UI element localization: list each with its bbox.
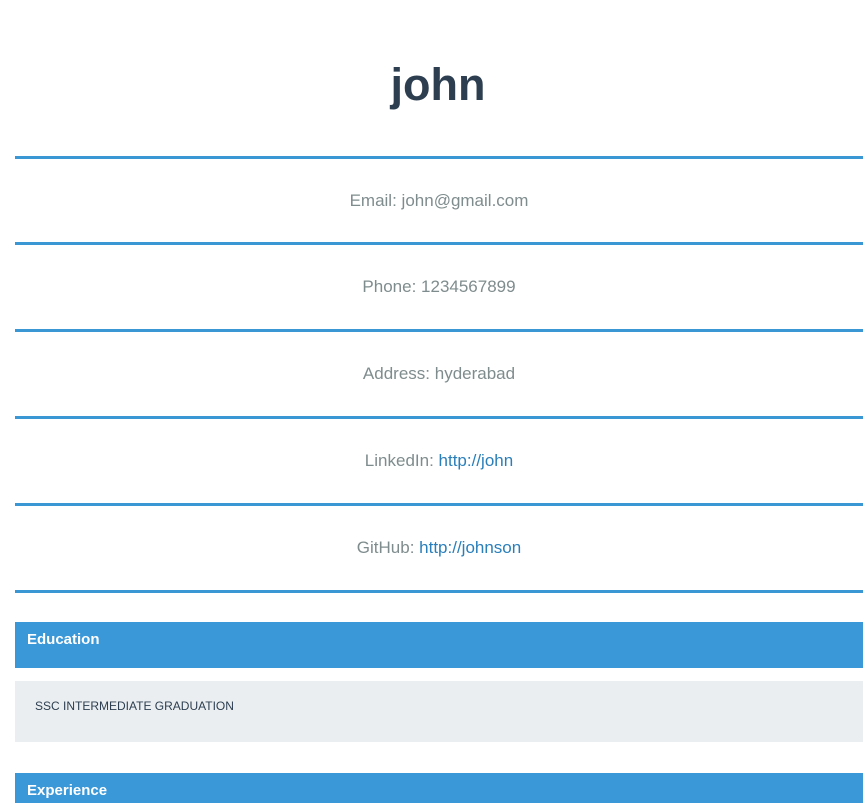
- address-row: Address: hyderabad: [15, 329, 863, 413]
- page-title: john: [390, 59, 486, 110]
- github-row: GitHub: http://johnson: [15, 503, 863, 593]
- address-label: Address:: [362, 364, 435, 383]
- education-content: SSC INTERMEDIATE GRADUATION: [15, 681, 863, 742]
- linkedin-label: LinkedIn:: [364, 451, 439, 470]
- phone-label: Phone:: [362, 277, 422, 296]
- github-label: GitHub:: [356, 538, 420, 557]
- phone-value: 1234567899: [421, 277, 516, 296]
- phone-row: Phone: 1234567899: [15, 242, 863, 326]
- experience-header: Experience: [15, 773, 863, 803]
- email-row: Email: john@gmail.com: [15, 156, 863, 240]
- linkedin-row: LinkedIn: http://john: [15, 416, 863, 500]
- email-value: john@gmail.com: [401, 191, 529, 210]
- education-header: Education: [15, 622, 863, 668]
- github-link[interactable]: http://johnson: [419, 538, 521, 557]
- address-value: hyderabad: [434, 364, 516, 383]
- resume-page: john Email: john@gmail.com Phone: 123456…: [0, 0, 863, 803]
- linkedin-link[interactable]: http://john: [439, 451, 514, 470]
- email-label: Email:: [349, 191, 402, 210]
